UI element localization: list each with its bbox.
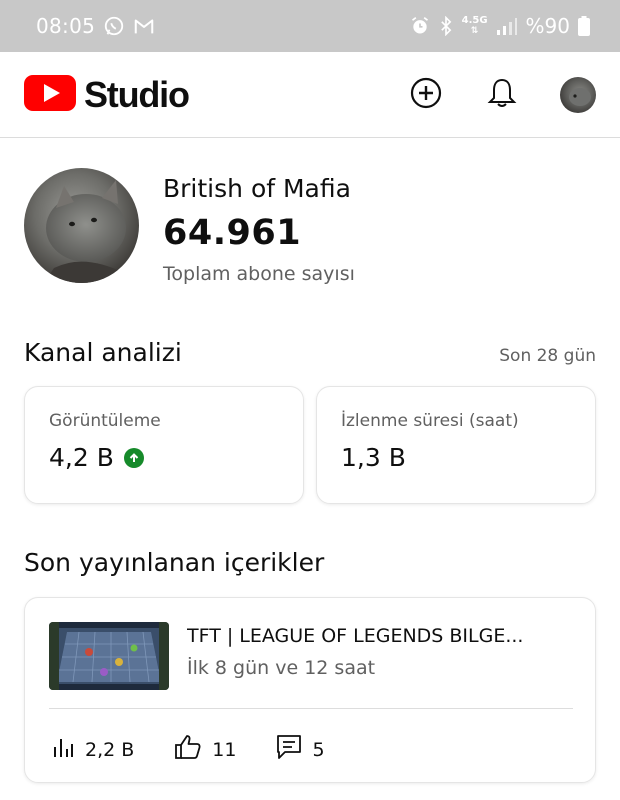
video-title: TFT | LEAGUE OF LEGENDS BILGE... (187, 625, 524, 647)
youtube-studio-logo[interactable]: Studio (24, 73, 190, 116)
metric-views-value: 2,2 B (85, 738, 135, 761)
create-button[interactable] (408, 77, 444, 113)
bar-chart-icon (51, 735, 75, 764)
youtube-logo-icon (24, 74, 76, 115)
stat-value-views-row: 4,2 B (49, 443, 279, 472)
analytics-title: Kanal analizi (24, 338, 182, 367)
card-divider (49, 708, 573, 709)
studio-logo-text: Studio (84, 73, 190, 115)
video-text: TFT | LEAGUE OF LEGENDS BILGE... İlk 8 g… (187, 622, 573, 690)
status-bar-left: 08:05 (36, 14, 155, 38)
stat-value-watch-time-row: 1,3 B (341, 443, 571, 472)
alarm-icon (410, 16, 430, 36)
create-icon (410, 77, 442, 113)
metric-likes: 11 (174, 734, 236, 765)
subscriber-count: 64.961 (163, 213, 302, 253)
video-row[interactable]: TFT | LEAGUE OF LEGENDS BILGE... İlk 8 g… (49, 622, 573, 690)
battery-icon (578, 16, 590, 36)
comment-icon (276, 734, 302, 765)
battery-percentage: %90 (525, 14, 570, 38)
gmail-icon (133, 16, 155, 36)
stat-card-watch-time[interactable]: İzlenme süresi (saat) 1,3 B (316, 386, 596, 504)
status-time: 08:05 (36, 14, 96, 38)
notifications-icon (487, 77, 517, 113)
stat-label-views: Görüntüleme (49, 411, 161, 431)
stat-card-views[interactable]: Görüntüleme 4,2 B (24, 386, 304, 504)
app-bar: Studio (0, 52, 620, 138)
thumbs-up-icon (174, 734, 202, 765)
network-4-5g-icon: 4.5G ⇅ (461, 15, 488, 37)
network-label: 4.5G (461, 15, 488, 26)
analytics-period: Son 28 gün (499, 346, 596, 366)
whatsapp-icon (103, 15, 125, 37)
status-bar-right: 4.5G ⇅ %90 (410, 14, 590, 38)
channel-header: British of Mafia 64.961 Toplam abone say… (24, 168, 596, 298)
channel-avatar[interactable] (24, 168, 139, 283)
recent-title: Son yayınlanan içerikler (24, 548, 325, 577)
account-avatar[interactable] (560, 76, 596, 113)
status-bar: 08:05 4.5G ⇅ %90 (0, 0, 620, 52)
channel-name: British of Mafia (163, 174, 351, 203)
analytics-section-header: Kanal analizi Son 28 gün (24, 338, 596, 367)
metric-likes-value: 11 (212, 738, 237, 761)
trend-up-icon (123, 447, 144, 468)
video-metrics: 2,2 B 11 5 (51, 734, 365, 765)
notifications-button[interactable] (484, 77, 520, 113)
stat-label-watch-time: İzlenme süresi (saat) (341, 411, 519, 431)
subscriber-label: Toplam abone sayısı (163, 263, 355, 285)
metric-views: 2,2 B (51, 735, 134, 764)
signal-icon (496, 16, 518, 36)
metric-comments: 5 (276, 734, 325, 765)
stat-value-watch-time: 1,3 B (341, 443, 406, 472)
recent-section-header: Son yayınlanan içerikler (24, 548, 596, 577)
video-age: İlk 8 gün ve 12 saat (187, 657, 376, 679)
bluetooth-icon (438, 16, 454, 36)
channel-info: British of Mafia 64.961 Toplam abone say… (163, 168, 355, 298)
metric-comments-value: 5 (312, 738, 325, 761)
stat-value-views: 4,2 B (49, 443, 114, 472)
recent-video-card[interactable]: TFT | LEAGUE OF LEGENDS BILGE... İlk 8 g… (24, 597, 596, 783)
video-thumbnail[interactable] (49, 622, 169, 690)
app-bar-actions (408, 76, 596, 113)
